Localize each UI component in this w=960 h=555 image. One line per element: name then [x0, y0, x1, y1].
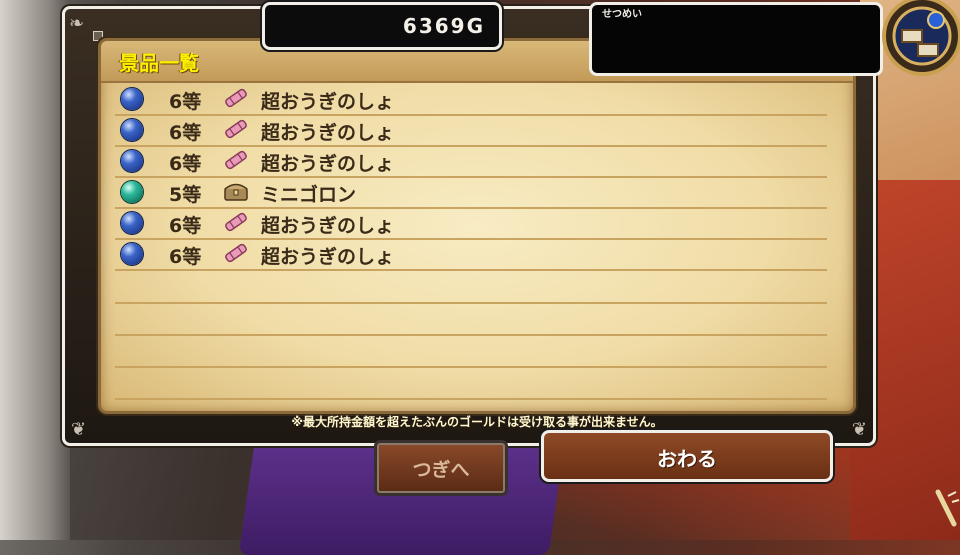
empty-row	[115, 335, 827, 368]
prize-name: 超おうぎのしょ	[261, 246, 395, 268]
empty-row	[115, 367, 827, 400]
blue-orb-icon	[121, 150, 143, 172]
blue-orb-icon	[121, 212, 143, 234]
prize-rank: 6等	[169, 215, 202, 237]
panel-title: 景品一覧	[119, 51, 199, 75]
empty-row	[115, 303, 827, 336]
gold-limit-notice: ※最大所持金額を超えたぶんのゴールドは受け取る事が出来ません。	[291, 415, 663, 429]
prize-rank: 6等	[169, 153, 202, 175]
prize-name: 超おうぎのしょ	[261, 122, 395, 144]
blue-orb-icon	[121, 88, 143, 110]
prize-rank: 6等	[169, 91, 202, 113]
prize-list-panel: 景品一覧 6等 超おうぎのしょ 6等 超おうぎのしょ 6等 超おうぎのしょ 5等 ミニゴロン 6…	[101, 41, 853, 429]
prize-rank: 6等	[169, 246, 202, 268]
end-button-label: おわる	[657, 447, 717, 471]
prize-row[interactable]: 6等 超おうぎのしょ	[115, 207, 827, 240]
menu-medallion-icon[interactable]	[878, 0, 960, 82]
gold-amount: 6369G	[402, 14, 485, 38]
description-label: せつめい	[602, 9, 642, 20]
scroll-icon	[223, 242, 249, 264]
prize-row[interactable]: 6等 超おうぎのしょ	[115, 238, 827, 271]
scroll-icon	[223, 87, 249, 109]
prize-name: 超おうぎのしょ	[261, 153, 395, 175]
next-button-label: つぎへ	[412, 459, 470, 481]
prize-row[interactable]: 6等 超おうぎのしょ	[115, 114, 827, 147]
teal-orb-icon	[121, 181, 143, 203]
prize-name: 超おうぎのしょ	[261, 215, 395, 237]
prize-row[interactable]: 6等 超おうぎのしょ	[115, 145, 827, 178]
description-box: せつめい	[589, 2, 883, 76]
blue-orb-icon	[121, 119, 143, 141]
prize-name: 超おうぎのしょ	[261, 91, 395, 113]
blue-orb-icon	[121, 243, 143, 265]
sparkle-tool-icon	[935, 489, 960, 527]
end-button[interactable]: おわる	[541, 430, 833, 482]
background-curtain	[0, 0, 70, 540]
prize-rank: 5等	[169, 184, 202, 206]
prize-rank: 6等	[169, 122, 202, 144]
corner-ornament-icon: ❧	[69, 13, 85, 34]
treasure-chest-icon	[223, 180, 249, 202]
window-menu-icon[interactable]	[93, 31, 103, 41]
prize-row[interactable]: 5等 ミニゴロン	[115, 176, 827, 209]
gold-display: 6369G	[262, 2, 502, 50]
corner-ornament-icon: ❦	[71, 419, 87, 440]
empty-row	[115, 271, 827, 304]
prize-name: ミニゴロン	[261, 184, 357, 206]
next-button[interactable]: つぎへ	[374, 440, 508, 496]
prize-row[interactable]: 6等 超おうぎのしょ	[115, 83, 827, 116]
corner-ornament-icon: ❦	[851, 419, 867, 440]
scroll-icon	[223, 118, 249, 140]
scroll-icon	[223, 211, 249, 233]
scroll-icon	[223, 149, 249, 171]
